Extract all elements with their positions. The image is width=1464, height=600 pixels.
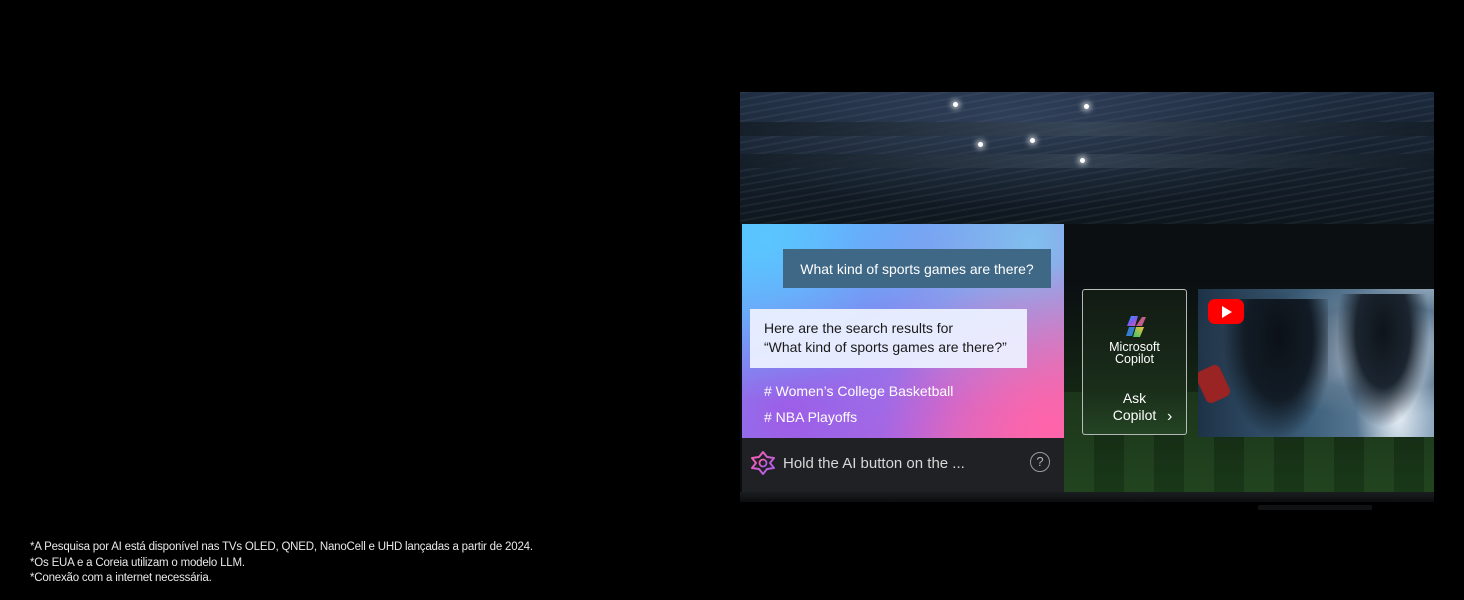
- youtube-hockey-thumbnail[interactable]: [1198, 289, 1434, 437]
- ai-button-hint: Hold the AI button on the ...: [783, 455, 965, 472]
- user-question-bubble: What kind of sports games are there?: [783, 249, 1051, 288]
- chevron-right-icon: ›: [1167, 408, 1173, 425]
- ai-answer-bubble: Here are the search results for “What ki…: [750, 309, 1027, 368]
- copilot-logo-icon: [1126, 316, 1146, 337]
- answer-line: Here are the search results for: [764, 320, 954, 336]
- stadium-light: [953, 102, 958, 107]
- stadium-tier: [740, 122, 1434, 136]
- footnote-ai-search: *A Pesquisa por AI está disponível nas T…: [30, 541, 533, 553]
- stadium-light: [1080, 158, 1085, 163]
- youtube-icon: [1208, 299, 1244, 324]
- copilot-brand: Microsoft Copilot: [1083, 341, 1186, 366]
- ai-assistant-icon: [751, 451, 775, 475]
- tv-screen: What kind of sports games are there? Her…: [740, 92, 1434, 502]
- brand-line: Copilot: [1115, 352, 1154, 366]
- ai-voice-bar[interactable]: Hold the AI button on the ... ?: [742, 438, 1064, 494]
- tag-womens-college-basketball[interactable]: # Women’s College Basketball: [764, 383, 953, 399]
- ai-search-panel: What kind of sports games are there? Her…: [742, 224, 1064, 438]
- tv-bezel: [740, 492, 1434, 502]
- footnote-internet: *Conexão com a internet necessária.: [30, 572, 212, 584]
- answer-line: “What kind of sports games are there?”: [764, 339, 1007, 355]
- stadium-light: [1084, 104, 1089, 109]
- stadium-background: [740, 92, 1434, 224]
- stadium-light: [978, 142, 983, 147]
- footnote-llm: *Os EUA e a Coreia utilizam o modelo LLM…: [30, 556, 245, 569]
- hockey-player-image: [1338, 294, 1434, 437]
- copilot-app-card[interactable]: Microsoft Copilot Ask Copilot ›: [1082, 289, 1187, 435]
- stadium-tier: [740, 154, 1434, 168]
- footnotes: *A Pesquisa por AI está disponível nas T…: [30, 540, 533, 587]
- tv-stand: [1258, 505, 1372, 510]
- ask-line: Ask: [1122, 390, 1147, 406]
- help-icon[interactable]: ?: [1030, 452, 1050, 472]
- tag-nba-playoffs[interactable]: # NBA Playoffs: [764, 409, 857, 425]
- stadium-light: [1030, 138, 1035, 143]
